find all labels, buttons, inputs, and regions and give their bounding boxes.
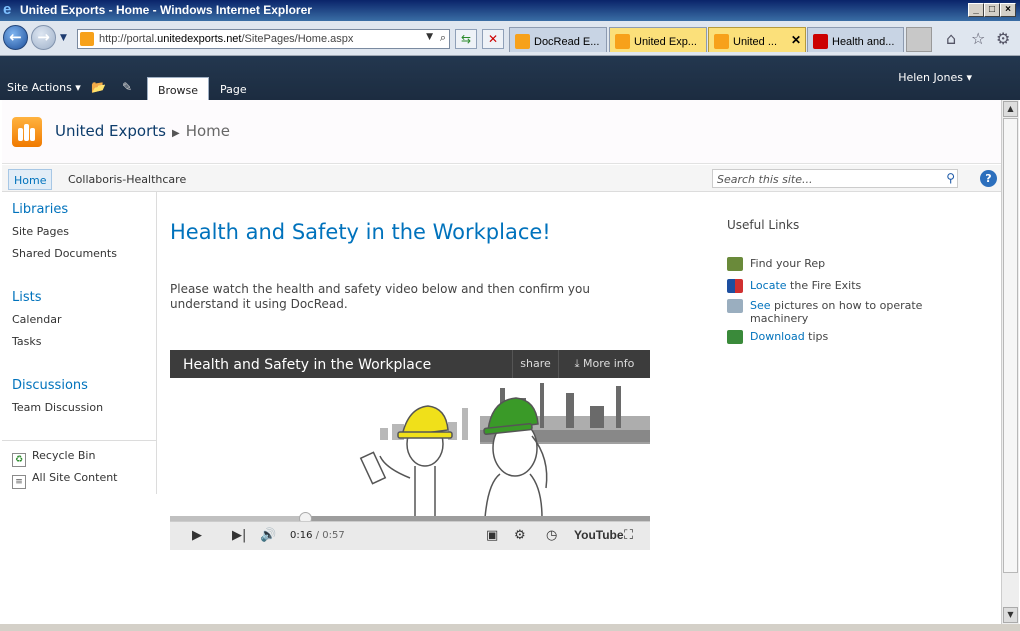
site-content-icon: ≡ xyxy=(12,475,26,489)
browser-toolbar: ← → ▼ http://portal.unitedexports.net/Si… xyxy=(0,21,1020,56)
breadcrumb: United Exports ▶ Home xyxy=(55,122,230,140)
search-placeholder: Search this site... xyxy=(717,173,813,186)
page-scrollbar[interactable]: ▲ ▼ xyxy=(1001,100,1019,624)
address-bar[interactable]: http://portal.unitedexports.net/SitePage… xyxy=(77,29,450,49)
people-icon xyxy=(727,257,743,271)
site-search-input[interactable]: Search this site... ⚲ xyxy=(712,169,958,188)
scroll-thumb[interactable] xyxy=(1003,118,1018,573)
ie-logo-icon: e xyxy=(3,1,12,18)
watch-later-icon[interactable]: ◷ xyxy=(546,528,557,543)
page-name: Home xyxy=(185,122,230,140)
close-window-button[interactable]: × xyxy=(1000,3,1016,17)
leftnav-site-pages[interactable]: Site Pages xyxy=(12,225,69,238)
leftnav-libraries[interactable]: Libraries xyxy=(12,202,68,217)
scroll-down-icon[interactable]: ▼ xyxy=(1003,607,1018,623)
intro-text: Please watch the health and safety video… xyxy=(170,282,590,311)
leftnav-calendar[interactable]: Calendar xyxy=(12,313,61,326)
url-text: http://portal.unitedexports.net/SitePage… xyxy=(99,33,354,45)
window-title: United Exports - Home - Windows Internet… xyxy=(20,3,312,17)
youtube-video-player[interactable]: Health and Safety in the Workplace share… xyxy=(170,350,650,550)
status-bar xyxy=(0,624,1020,631)
tab-favicon-icon xyxy=(615,34,630,49)
video-title[interactable]: Health and Safety in the Workplace xyxy=(183,357,431,373)
edit-page-icon[interactable]: ✎ xyxy=(122,80,138,94)
quick-launch: Libraries Site Pages Shared Documents Li… xyxy=(2,192,157,494)
site-header: United Exports ▶ Home xyxy=(2,100,1001,164)
fullscreen-icon[interactable]: ⛶ xyxy=(624,528,633,543)
picture-icon xyxy=(727,299,743,313)
youtube-favicon-icon xyxy=(813,34,828,49)
video-time: 0:16 / 0:57 xyxy=(290,530,345,541)
browser-tab-2[interactable]: United Exp... xyxy=(609,27,707,52)
page-content: United Exports ▶ Home Home Collaboris-Heal… xyxy=(2,100,1001,624)
close-tab-icon[interactable]: ✕ xyxy=(791,33,801,47)
site-logo-icon[interactable] xyxy=(12,117,42,147)
browser-tab-4[interactable]: Health and... xyxy=(807,27,904,52)
home-icon[interactable]: ⌂ xyxy=(946,29,956,48)
history-dropdown-icon[interactable]: ▼ xyxy=(60,33,67,43)
video-title-bar: Health and Safety in the Workplace share… xyxy=(170,350,650,378)
leftnav-discussions[interactable]: Discussions xyxy=(12,378,88,393)
back-button[interactable]: ← xyxy=(3,25,28,50)
video-scene-image xyxy=(359,383,650,519)
leftnav-all-site-content[interactable]: ≡ All Site Content xyxy=(12,471,118,489)
user-menu[interactable]: Helen Jones ▾ xyxy=(898,71,972,84)
more-info-button[interactable]: ⤓ More info xyxy=(558,350,650,378)
tools-gear-icon[interactable]: ⚙ xyxy=(996,29,1010,48)
subtitles-icon[interactable]: ▣ xyxy=(486,528,498,543)
breadcrumb-separator-icon: ▶ xyxy=(171,128,180,139)
tab-favicon-icon xyxy=(515,34,530,49)
leftnav-recycle-bin[interactable]: ♻ Recycle Bin xyxy=(12,449,95,467)
tab-favicon-icon xyxy=(714,34,729,49)
video-frame[interactable] xyxy=(170,378,650,519)
leftnav-divider xyxy=(2,440,157,441)
video-controls: ▶ ▶| 🔊 0:16 / 0:57 ▣ ⚙ ◷ YouTube ⛶ xyxy=(170,521,650,550)
share-button[interactable]: share xyxy=(512,350,558,378)
leftnav-team-discussion[interactable]: Team Discussion xyxy=(12,401,103,414)
stop-button[interactable]: ✕ xyxy=(482,29,504,49)
document-icon xyxy=(727,330,743,344)
address-search-icon[interactable]: ⌕ xyxy=(440,31,446,45)
browser-tab-3-active[interactable]: United ... ✕ xyxy=(708,27,806,52)
settings-gear-icon[interactable]: ⚙ xyxy=(514,528,526,543)
address-dropdown-icon[interactable]: ▼ xyxy=(426,32,433,42)
download-link[interactable]: Download xyxy=(750,330,805,343)
scroll-up-icon[interactable]: ▲ xyxy=(1003,101,1018,117)
locate-link[interactable]: Locate xyxy=(750,279,787,292)
favorites-star-icon[interactable]: ☆ xyxy=(971,29,985,48)
leftnav-lists[interactable]: Lists xyxy=(12,290,42,305)
help-icon[interactable]: ? xyxy=(980,170,997,187)
play-icon[interactable]: ▶ xyxy=(192,528,202,543)
nav-home[interactable]: Home xyxy=(8,169,53,190)
useful-links-title: Useful Links xyxy=(727,218,800,232)
leftnav-tasks[interactable]: Tasks xyxy=(12,335,41,348)
tab-browse[interactable]: Browse xyxy=(147,77,210,100)
browser-tab-1[interactable]: DocRead E... xyxy=(509,27,607,52)
refresh-button[interactable]: ⇆ xyxy=(455,29,477,49)
volume-icon[interactable]: 🔊 xyxy=(260,528,276,543)
minimize-button[interactable]: _ xyxy=(968,3,984,17)
nav-collaboris-healthcare[interactable]: Collaboris-Healthcare xyxy=(63,169,191,190)
window-titlebar: e United Exports - Home - Windows Intern… xyxy=(0,0,1020,21)
recycle-bin-icon: ♻ xyxy=(12,453,26,467)
search-icon[interactable]: ⚲ xyxy=(946,171,955,185)
forward-button[interactable]: → xyxy=(31,25,56,50)
tab-page[interactable]: Page xyxy=(210,77,257,100)
next-icon[interactable]: ▶| xyxy=(232,528,246,543)
maximize-button[interactable]: □ xyxy=(984,3,1000,17)
top-navigation: Home Collaboris-Healthcare Search this s… xyxy=(2,165,1001,192)
site-name-link[interactable]: United Exports xyxy=(55,122,166,140)
see-link[interactable]: See xyxy=(750,299,771,312)
navigate-up-icon[interactable]: 📂 xyxy=(91,80,107,94)
site-actions-menu[interactable]: Site Actions ▾ xyxy=(7,81,81,94)
leftnav-shared-documents[interactable]: Shared Documents xyxy=(12,247,117,260)
flag-icon xyxy=(727,279,743,293)
sharepoint-ribbon: Site Actions ▾ 📂 ✎ Browse Page Helen Jon… xyxy=(0,56,1020,100)
youtube-logo[interactable]: YouTube xyxy=(574,528,624,542)
page-title: Health and Safety in the Workplace! xyxy=(170,220,551,244)
new-tab-button[interactable] xyxy=(906,27,932,52)
site-favicon-icon xyxy=(80,32,94,46)
